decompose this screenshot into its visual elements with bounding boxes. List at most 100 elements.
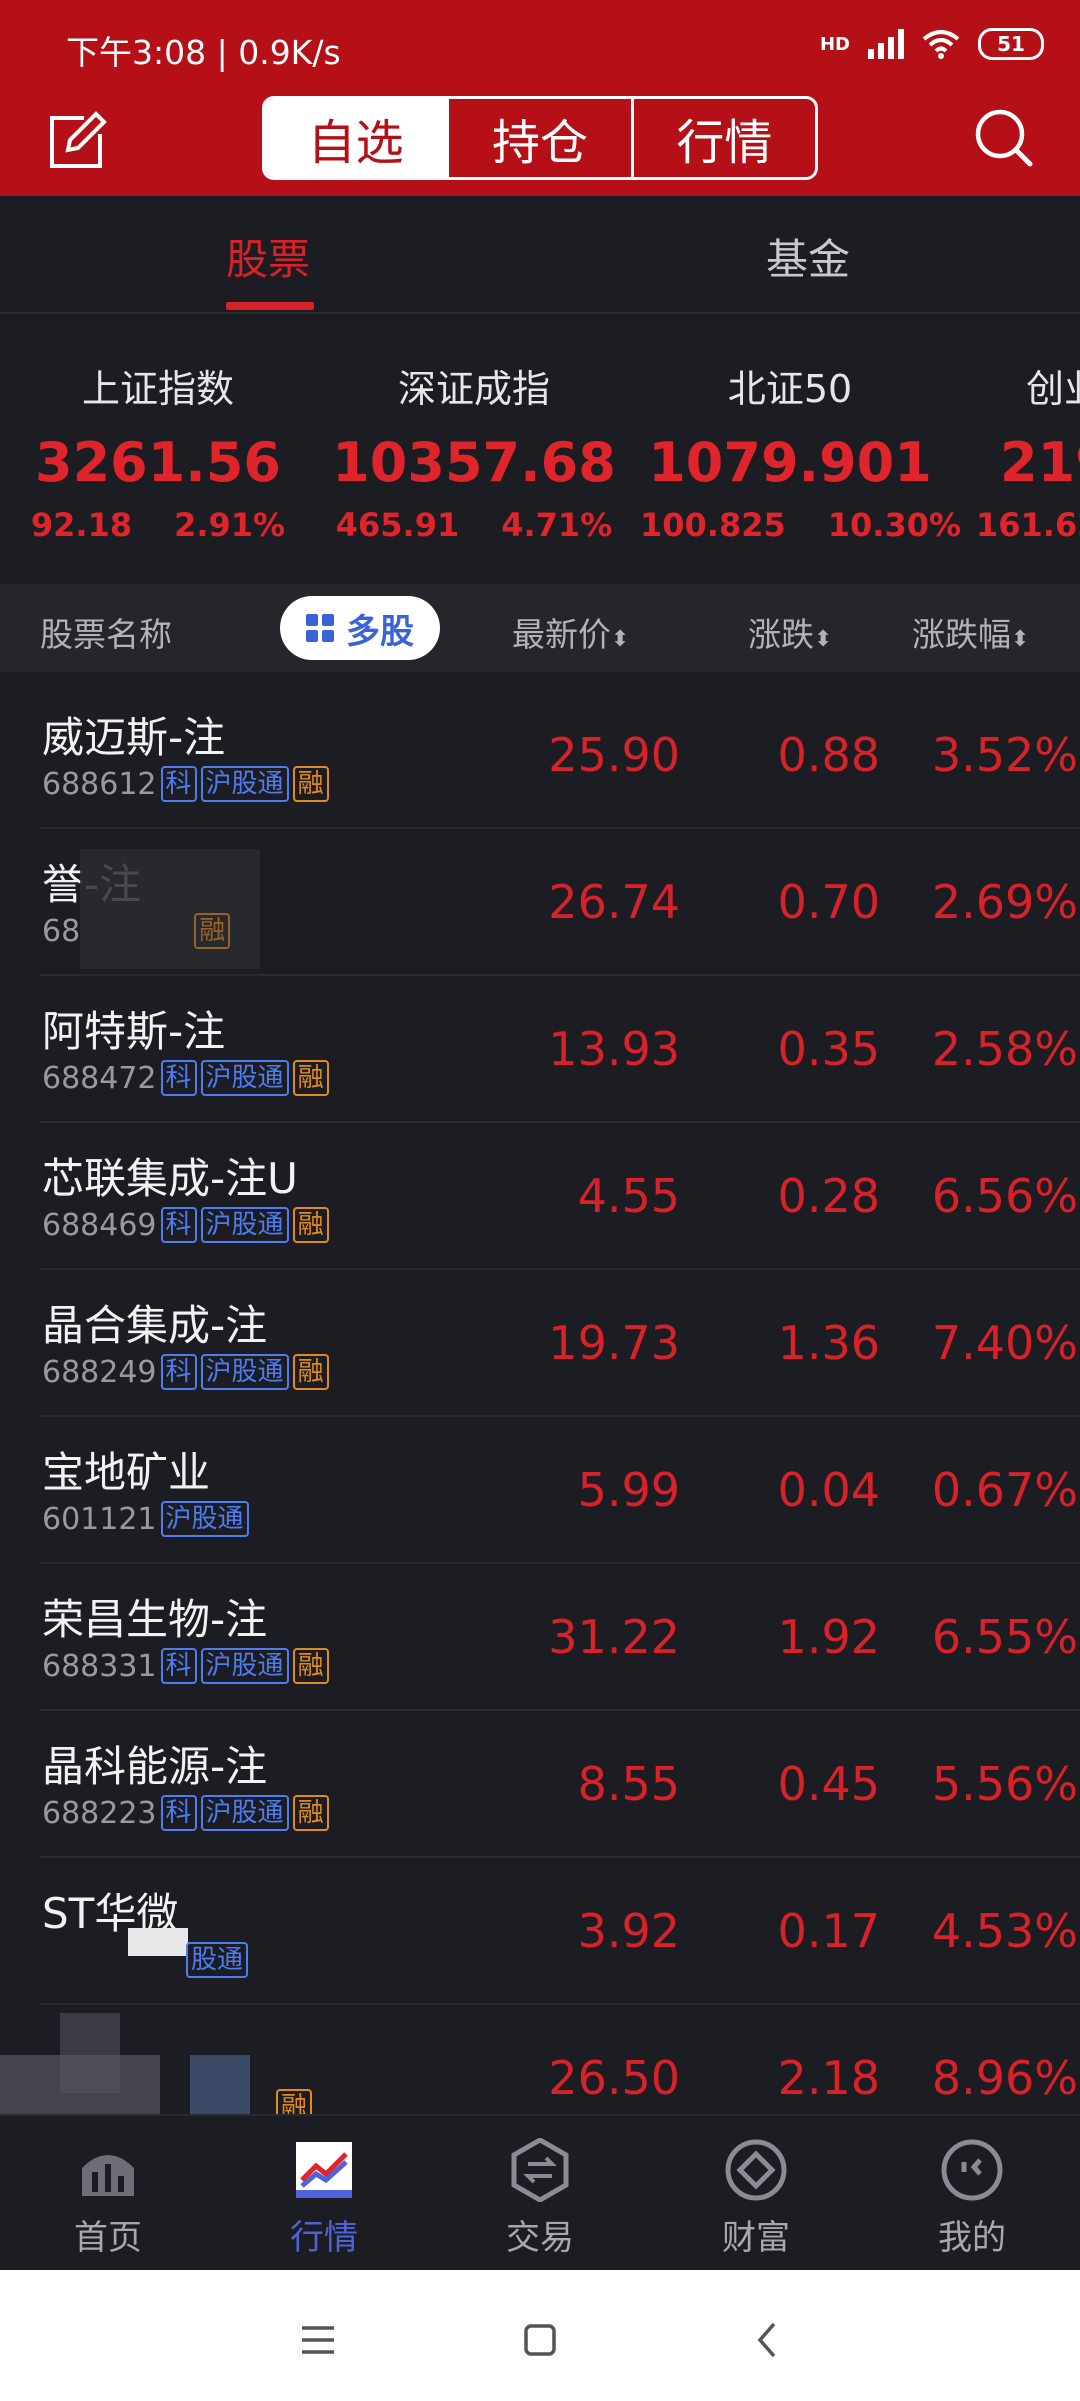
segment-market[interactable]: 行情: [634, 99, 815, 177]
signal-icon: [868, 29, 904, 59]
segment-watchlist[interactable]: 自选: [265, 99, 450, 177]
star-market-badge: 科: [160, 1795, 197, 1831]
system-nav-bar: [0, 2270, 1080, 2401]
index-value: 10357.68: [332, 431, 616, 494]
price-change: 1.92: [777, 1610, 880, 1664]
star-market-badge: 科: [160, 1354, 197, 1390]
margin-badge: 融: [292, 1060, 329, 1096]
price-change: 1.36: [777, 1316, 880, 1370]
price-change: 0.35: [777, 1022, 880, 1076]
nav-profile[interactable]: 我的: [902, 2138, 1042, 2259]
status-icons: HD 51: [820, 28, 1044, 60]
shanghai-connect-badge: 沪股通: [160, 1501, 249, 1537]
tab-fund[interactable]: 基金: [766, 226, 850, 287]
stock-code-row: 601121 沪股通: [42, 1501, 249, 1537]
price-change: 2.18: [777, 2051, 880, 2105]
shanghai-connect-badge: 沪股通: [200, 1648, 289, 1684]
nav-wealth[interactable]: 财富: [686, 2138, 826, 2259]
search-icon[interactable]: [972, 106, 1036, 170]
nav-home[interactable]: 首页: [38, 2138, 178, 2259]
segment-holdings[interactable]: 持仓: [449, 99, 634, 177]
col-change-pct[interactable]: 涨跌幅⬍: [912, 608, 1029, 656]
table-row[interactable]: 荣昌生物-注 688331 科 沪股通 融 31.22 1.92 6.55%: [40, 1564, 1080, 1711]
price-change: 0.28: [777, 1169, 880, 1223]
index-name: 创业: [1026, 367, 1080, 411]
table-row[interactable]: 晶合集成-注 688249 科 沪股通 融 19.73 1.36 7.40%: [40, 1270, 1080, 1417]
shanghai-connect-badge: 沪股通: [200, 1795, 289, 1831]
home-square-icon[interactable]: [510, 2310, 570, 2370]
multi-stock-label: 多股: [346, 611, 414, 652]
nav-trade[interactable]: 交易: [470, 2138, 610, 2259]
sort-icon: ⬍: [611, 627, 630, 652]
shanghai-connect-badge: 股通: [186, 1942, 249, 1978]
price-change: 0.45: [777, 1757, 880, 1811]
col-change[interactable]: 涨跌⬍: [748, 608, 832, 656]
edit-icon[interactable]: [44, 108, 108, 172]
sort-icon: ⬍: [1011, 627, 1030, 652]
stock-code-row: 688223 科 沪股通 融: [42, 1795, 329, 1831]
index-name: 上证指数: [81, 367, 234, 411]
index-strip[interactable]: 上证指数 3261.56 92.18 2.91% 深证成指 10357.68 46…: [0, 314, 1080, 584]
tab-stock[interactable]: 股票: [226, 226, 310, 287]
index-value: 3261.56: [35, 431, 281, 494]
latest-price: 31.22: [548, 1610, 680, 1664]
latest-price: 8.55: [577, 1757, 680, 1811]
index-card[interactable]: 上证指数 3261.56 92.18 2.91%: [8, 358, 308, 544]
back-icon[interactable]: [738, 2310, 798, 2370]
margin-badge: 融: [292, 1795, 329, 1831]
stock-code: 601121: [42, 1501, 157, 1537]
margin-badge: 融: [292, 1354, 329, 1390]
menu-icon[interactable]: [288, 2310, 348, 2370]
change-pct: 5.56%: [931, 1757, 1078, 1811]
index-change: 100.825 10.30%: [640, 506, 962, 544]
change-pct: 3.52%: [931, 728, 1078, 782]
nav-market[interactable]: 行情: [254, 2138, 394, 2259]
table-row[interactable]: ST华微 股通 3.92 0.17 4.53%: [40, 1858, 1080, 2005]
stock-code-row: 688472 科 沪股通 融: [42, 1060, 329, 1096]
stock-name: 荣昌生物-注: [42, 1595, 268, 1644]
index-change: 465.91 4.71%: [335, 506, 613, 544]
change-pct: 2.69%: [931, 875, 1078, 929]
star-market-badge: 科: [160, 766, 197, 802]
table-row[interactable]: 芯联集成-注U 688469 科 沪股通 融 4.55 0.28 6.56%: [40, 1123, 1080, 1270]
watchlist-segmented-control: 自选 持仓 行情: [262, 96, 818, 180]
price-change: 0.04: [777, 1463, 880, 1517]
stock-code-row: 688331 科 沪股通 融: [42, 1648, 329, 1684]
shanghai-connect-badge: 沪股通: [200, 1354, 289, 1390]
latest-price: 4.55: [577, 1169, 680, 1223]
index-name: 北证50: [727, 367, 853, 411]
trade-exchange-icon: [511, 2138, 569, 2202]
table-row[interactable]: 晶科能源-注 688223 科 沪股通 融 8.55 0.45 5.56%: [40, 1711, 1080, 1858]
index-card[interactable]: 北证50 1079.901 100.825 10.30%: [640, 358, 962, 544]
change-pct: 2.58%: [931, 1022, 1078, 1076]
stock-name: 芯联集成-注U: [42, 1154, 298, 1203]
stock-code-row: 68 融: [42, 913, 231, 949]
latest-price: 3.92: [577, 1904, 680, 1958]
change-pct: 6.55%: [931, 1610, 1078, 1664]
table-row[interactable]: 誉-注 68 融 26.74 0.70 2.69%: [40, 829, 1080, 976]
index-value: 1079.901: [648, 431, 932, 494]
battery-icon: 51: [978, 28, 1044, 60]
stock-code: 688223: [42, 1795, 157, 1831]
col-latest-price[interactable]: 最新价⬍: [512, 608, 629, 656]
margin-badge: 融: [292, 1648, 329, 1684]
index-card[interactable]: 深证成指 10357.68 465.91 4.71%: [324, 358, 624, 544]
index-card[interactable]: 创业 219 161.62: [956, 358, 1080, 544]
index-change: 92.18 2.91%: [30, 506, 286, 544]
app-header: 下午3:08 | 0.9K/s HD 51 自选 持仓 行情: [0, 0, 1080, 196]
table-row[interactable]: 威迈斯-注 688612 科 沪股通 融 25.90 0.88 3.52%: [40, 682, 1080, 829]
status-time-speed: 下午3:08 | 0.9K/s: [66, 33, 341, 72]
change-pct: 0.67%: [931, 1463, 1078, 1517]
stock-code: 688612: [42, 766, 157, 802]
stock-code: 68: [42, 913, 81, 949]
active-tab-indicator: [226, 302, 314, 310]
table-row[interactable]: 阿特斯-注 688472 科 沪股通 融 13.93 0.35 2.58%: [40, 976, 1080, 1123]
multi-stock-button[interactable]: 多股: [280, 596, 440, 660]
price-change: 0.17: [777, 1904, 880, 1958]
asset-tabs: 股票 基金: [0, 196, 1080, 314]
stock-code-row: 688612 科 沪股通 融: [42, 766, 329, 802]
change-pct: 7.40%: [931, 1316, 1078, 1370]
star-market-badge: 科: [160, 1207, 197, 1243]
table-row[interactable]: 宝地矿业 601121 沪股通 5.99 0.04 0.67%: [40, 1417, 1080, 1564]
wealth-diamond-icon: [725, 2139, 787, 2201]
